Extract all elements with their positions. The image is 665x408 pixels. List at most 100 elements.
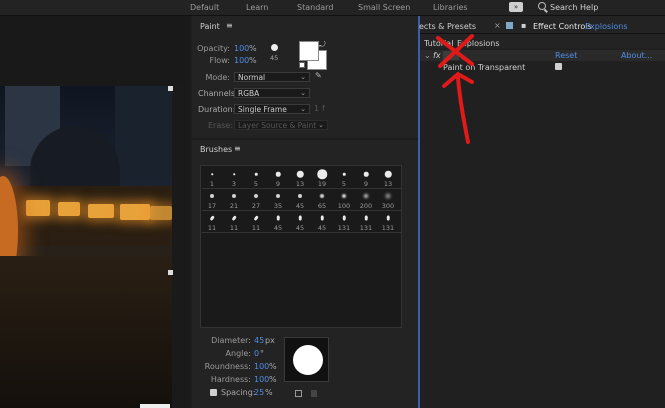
brush-tip[interactable]: 65 — [311, 189, 333, 211]
brush-tip[interactable]: 45 — [289, 189, 311, 211]
composition-viewer[interactable] — [0, 86, 172, 408]
opacity-value[interactable]: 100 — [234, 44, 249, 53]
channels-dropdown[interactable]: RGBA ⌄ — [234, 88, 310, 98]
brush-tip-shape — [363, 171, 369, 177]
paint-panel-title: Paint — [200, 22, 220, 31]
brush-tip-shape — [210, 194, 214, 198]
window-glow — [120, 204, 150, 220]
erase-dropdown[interactable]: Layer Source & Paint ⌄ — [234, 120, 328, 130]
brush-preview-circle — [293, 345, 323, 375]
paint-panel-menu-icon[interactable]: ≡ — [226, 21, 233, 30]
brush-tip[interactable]: 11 — [201, 211, 223, 233]
angle-value[interactable]: 0 — [254, 349, 259, 358]
brush-tip-size-label: 11 — [229, 224, 239, 232]
eyedropper-icon[interactable]: ✎ — [315, 71, 322, 80]
brush-tip-shape — [296, 170, 304, 178]
chevron-down-icon: ⌄ — [300, 105, 306, 113]
brush-tip-size-label: 45 — [295, 224, 305, 232]
paint-on-transparent-checkbox[interactable] — [555, 63, 562, 70]
brush-preview — [284, 337, 329, 382]
brush-tip-shape — [342, 194, 346, 198]
flow-value[interactable]: 100 — [234, 56, 249, 65]
brush-tip-shape — [364, 194, 368, 198]
brush-tip-shape — [254, 172, 258, 176]
brush-tip[interactable]: 300 — [377, 189, 399, 211]
tab-effect-controls[interactable]: Effect Controls — [533, 22, 592, 31]
brush-tip[interactable]: 11 — [223, 211, 245, 233]
brush-tip[interactable]: 45 — [311, 211, 333, 233]
workspace-tab-small-screen[interactable]: Small Screen — [358, 3, 410, 12]
brush-tip-shape — [320, 194, 324, 198]
roundness-value[interactable]: 100 — [254, 362, 269, 371]
brush-tip[interactable]: 45 — [267, 211, 289, 233]
brush-tip[interactable]: 100 — [333, 189, 355, 211]
workspace-tab-learn[interactable]: Learn — [246, 3, 268, 12]
trash-icon[interactable] — [311, 390, 317, 397]
tab-layer-name[interactable]: Explosions — [585, 22, 628, 31]
workspace-overflow-button[interactable]: » — [509, 2, 523, 12]
search-help-input[interactable]: Search Help — [550, 3, 598, 12]
duration-frames-separator: 1 — [314, 104, 320, 113]
layer-handle[interactable] — [168, 86, 173, 91]
brush-tip[interactable]: 131 — [355, 211, 377, 233]
swap-colors-icon[interactable]: ⤾ — [319, 40, 326, 50]
brush-tip-size-label: 13 — [383, 180, 393, 188]
brushes-panel-menu-icon[interactable]: ≡ — [234, 144, 241, 153]
brush-tip-shape — [386, 194, 390, 198]
brush-tip[interactable]: 5 — [245, 167, 267, 189]
window-glow — [150, 206, 172, 220]
brush-tip[interactable]: 1 — [201, 167, 223, 189]
roundness-unit: % — [269, 362, 277, 371]
about-link[interactable]: About... — [621, 51, 652, 60]
tab-menu-icon[interactable]: ▪ — [521, 21, 526, 30]
spacing-unit: % — [265, 388, 273, 397]
brush-tip[interactable]: 19 — [311, 167, 333, 189]
lock-icon[interactable] — [506, 22, 513, 29]
brush-tip-icon[interactable] — [271, 44, 278, 51]
brush-tip-size-label: 9 — [363, 180, 369, 188]
duration-dropdown[interactable]: Single Frame ⌄ — [234, 104, 310, 114]
brush-tip-shape — [233, 173, 235, 175]
brush-tip[interactable]: 131 — [333, 211, 355, 233]
workspace-tab-standard[interactable]: Standard — [297, 3, 333, 12]
brush-tip[interactable]: 5 — [333, 167, 355, 189]
channels-label: Channels: — [198, 89, 238, 98]
spacing-label: Spacing: — [221, 388, 256, 397]
chevron-down-icon: ⌄ — [318, 121, 324, 129]
workspace-tab-libraries[interactable]: Libraries — [433, 3, 468, 12]
search-icon[interactable] — [538, 2, 546, 10]
window-glow — [88, 204, 114, 218]
diameter-value[interactable]: 45 — [254, 336, 264, 345]
brush-tip[interactable]: 9 — [355, 167, 377, 189]
duration-label: Duration: — [198, 105, 236, 114]
brush-tip-size-label: 5 — [253, 180, 259, 188]
default-colors-icon[interactable] — [299, 62, 305, 68]
mode-dropdown[interactable]: Normal ⌄ — [234, 72, 310, 82]
brush-tip[interactable]: 200 — [355, 189, 377, 211]
brush-tip[interactable]: 27 — [245, 189, 267, 211]
brush-tip[interactable]: 13 — [289, 167, 311, 189]
spacing-checkbox[interactable] — [210, 389, 217, 396]
layer-handle[interactable] — [168, 270, 173, 275]
reset-link[interactable]: Reset — [555, 51, 577, 60]
chevron-down-icon: ⌄ — [300, 73, 306, 81]
brush-tip[interactable]: 131 — [377, 211, 399, 233]
brush-tip-shape — [276, 194, 280, 198]
brush-tip[interactable]: 11 — [245, 211, 267, 233]
hardness-value[interactable]: 100 — [254, 375, 269, 384]
brush-tip[interactable]: 21 — [223, 189, 245, 211]
brush-tip[interactable]: 3 — [223, 167, 245, 189]
brush-tip[interactable]: 13 — [377, 167, 399, 189]
brush-tip-size-label: 65 — [317, 202, 327, 210]
foreground-color-swatch[interactable] — [299, 41, 319, 61]
brush-tip[interactable]: 9 — [267, 167, 289, 189]
brush-tip[interactable]: 17 — [201, 189, 223, 211]
workspace-tab-default[interactable]: Default — [190, 3, 219, 12]
diameter-label: Diameter: — [211, 336, 251, 345]
spacing-value[interactable]: 25 — [254, 388, 264, 397]
brush-tip-size-label: 300 — [381, 202, 395, 210]
new-brush-icon[interactable] — [295, 390, 302, 397]
brush-tip[interactable]: 45 — [289, 211, 311, 233]
brush-tip[interactable]: 35 — [267, 189, 289, 211]
viewer-header-area — [0, 16, 190, 86]
